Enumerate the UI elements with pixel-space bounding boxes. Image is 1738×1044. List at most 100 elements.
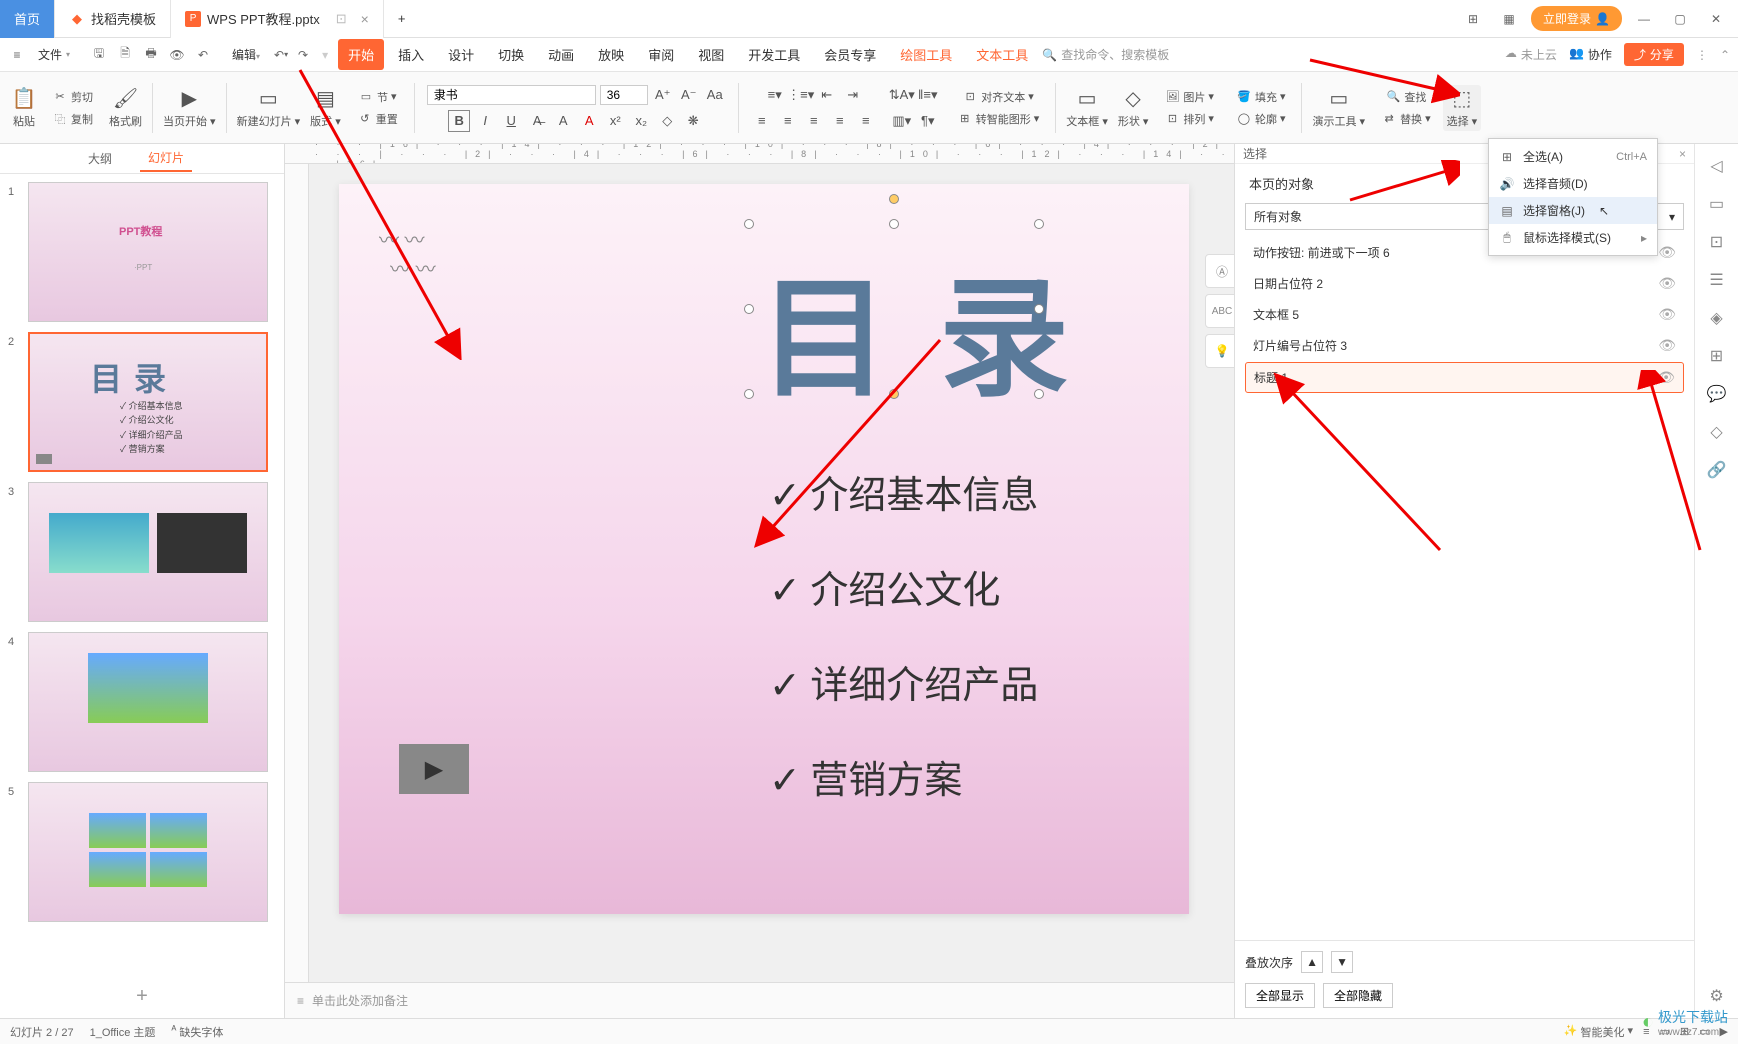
thumbnail-3[interactable] [28,482,268,622]
shape-button[interactable]: ◇ 形状 ▾ [1114,85,1153,131]
line-spacing-icon[interactable]: ‖≡▾ [917,84,939,106]
grid-icon[interactable]: ⊞ [1459,5,1487,33]
subscript-icon[interactable]: x₂ [630,110,652,132]
add-slide-button[interactable]: + [0,975,284,1018]
reset-button[interactable]: ↺重置 [353,109,402,129]
align-left-icon[interactable]: ≡ [751,110,773,132]
action-button-forward[interactable]: ▶ [399,744,469,794]
move-up-button[interactable]: ▲ [1301,951,1323,973]
menu-icon[interactable]: ≡ [8,46,26,64]
apps-icon[interactable]: ▦ [1495,5,1523,33]
textbox-button[interactable]: ▭ 文本框 ▾ [1062,85,1112,131]
move-down-button[interactable]: ▼ [1331,951,1353,973]
notes-bar[interactable]: ≡ 单击此处添加备注 [285,982,1234,1018]
distribute-icon[interactable]: ≡ [855,110,877,132]
abc-icon[interactable]: ABC [1205,294,1234,328]
redo-icon[interactable]: ↷ [294,46,312,64]
from-current-button[interactable]: ▶ 当页开始 ▾ [159,85,220,131]
collaborate-button[interactable]: 👥协作 [1569,46,1612,63]
thumbnail-2[interactable]: 目录 介绍基本信息介绍公文化 详细介绍产品营销方案 [28,332,268,472]
animation-pane-icon[interactable]: ⊡ [1705,230,1729,254]
comment-icon[interactable]: 💬 [1705,382,1729,406]
menu-view[interactable]: 视图 [688,39,734,70]
settings-icon[interactable]: ⚙ [1705,984,1729,1008]
search-box[interactable]: 🔍查找命令、搜索模板 [1042,46,1169,63]
superscript-icon[interactable]: x² [604,110,626,132]
undo-icon[interactable]: ↶ [194,46,212,64]
bold-icon[interactable]: B [448,110,470,132]
clear-format-icon[interactable]: ◇ [656,110,678,132]
close-icon[interactable]: × [361,11,369,27]
cut-button[interactable]: ✂剪切 [48,87,97,107]
layout-button[interactable]: ▤ 版式 ▾ [306,85,345,131]
highlight-icon[interactable]: A [552,110,574,132]
indent-inc-icon[interactable]: ⇥ [842,84,864,106]
print-icon[interactable]: 🖶 [142,46,160,64]
tab-document[interactable]: P WPS PPT教程.pptx ⊡ × [171,0,384,38]
menu-slideshow[interactable]: 放映 [588,39,634,70]
tab-templates[interactable]: ◆ 找稻壳模板 [55,0,171,38]
rtl-icon[interactable]: ¶▾ [917,110,939,132]
format-painter-button[interactable]: 🖌 格式刷 [105,85,146,131]
menu-animation[interactable]: 动画 [538,39,584,70]
properties-icon[interactable]: ☰ [1705,268,1729,292]
beautify-button[interactable]: ✨智能美化 ▾ [1564,1024,1633,1040]
menu-texttools[interactable]: 文本工具 [966,39,1038,70]
strike-icon[interactable]: A̶ [526,110,548,132]
diamond-icon[interactable]: ◇ [1705,420,1729,444]
thumbnail-5[interactable] [28,782,268,922]
select-button[interactable]: ⬚ 选择 ▾ [1443,85,1482,131]
undo2-icon[interactable]: ↶▾ [272,46,290,64]
indent-dec-icon[interactable]: ⇤ [816,84,838,106]
menu-selection-pane[interactable]: ▤ 选择窗格(J) ↖ [1489,197,1657,224]
tab-new[interactable]: + [384,0,420,38]
numbering-icon[interactable]: ⋮≡▾ [790,84,812,106]
section-button[interactable]: ▭节 ▾ [354,87,401,107]
font-color-icon[interactable]: A [578,110,600,132]
sel-item-textbox[interactable]: 文本框 5👁 [1245,300,1684,329]
thumbnail-4[interactable] [28,632,268,772]
change-case-icon[interactable]: Aa [704,84,726,106]
text-dir-icon[interactable]: ⇅A▾ [891,84,913,106]
italic-icon[interactable]: I [474,110,496,132]
arrange-button[interactable]: ⊡排列 ▾ [1160,109,1218,129]
sel-item-title[interactable]: 标题 1👁 [1245,362,1684,393]
present-tools-button[interactable]: ▭ 演示工具 ▾ [1308,85,1369,131]
menu-design[interactable]: 设计 [438,39,484,70]
menu-drawtools[interactable]: 绘图工具 [890,39,962,70]
align-right-icon[interactable]: ≡ [803,110,825,132]
more-icon[interactable]: ⋮ [1696,48,1708,62]
assets-icon[interactable]: ⊞ [1705,344,1729,368]
menu-member[interactable]: 会员专享 [814,39,886,70]
minimize-icon[interactable]: — [1630,5,1658,33]
columns-icon[interactable]: ▥▾ [891,110,913,132]
visibility-icon[interactable]: 👁 [1658,337,1676,354]
notes-placeholder[interactable]: 单击此处添加备注 [312,992,408,1009]
collapse-icon[interactable]: ◁ [1705,154,1729,178]
smartart-button[interactable]: ⊞转智能图形 ▾ [953,109,1044,129]
decrease-font-icon[interactable]: A⁻ [678,84,700,106]
find-button[interactable]: 🔍查找 [1381,87,1430,107]
align-center-icon[interactable]: ≡ [777,110,799,132]
menu-transition[interactable]: 切换 [488,39,534,70]
slides-tab[interactable]: 幻灯片 [140,145,192,172]
replace-button[interactable]: ⇄替换 ▾ [1377,109,1435,129]
visibility-icon[interactable]: 👁 [1658,306,1676,323]
save-icon[interactable]: 🖫 [90,46,108,64]
ai-text-icon[interactable]: Ⓐ [1205,254,1234,288]
idea-icon[interactable]: 💡 [1205,334,1234,368]
align-justify-icon[interactable]: ≡ [829,110,851,132]
paste-button[interactable]: 📋 粘贴 [8,85,40,131]
align-text-button[interactable]: ⊡对齐文本 ▾ [958,87,1038,107]
missing-font-button[interactable]: ᴬ缺失字体 [171,1024,223,1040]
login-button[interactable]: 立即登录👤 [1531,6,1622,31]
thumbnail-1[interactable]: PPT教程 ·PPT [28,182,268,322]
font-name-select[interactable] [427,85,596,105]
share-button[interactable]: ⤴分享 [1624,43,1684,66]
link-icon[interactable]: 🔗 [1705,458,1729,482]
picture-button[interactable]: 🖼图片 ▾ [1160,87,1218,107]
save-as-icon[interactable]: 🗎 [116,46,134,64]
pane-close-icon[interactable]: × [1679,147,1686,161]
layers-icon[interactable]: ◈ [1705,306,1729,330]
tab-home[interactable]: 首页 [0,0,55,38]
